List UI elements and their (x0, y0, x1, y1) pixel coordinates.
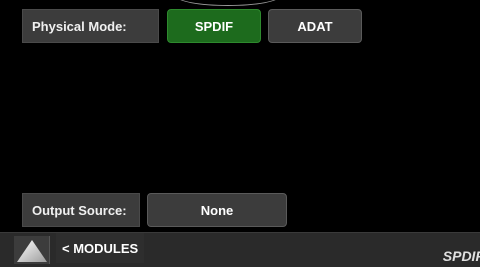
spdif-button[interactable]: SPDIF (167, 9, 261, 43)
top-arc-decoration (176, 0, 280, 6)
triangle-up-icon (17, 240, 47, 262)
modules-back-button[interactable]: < MODULES (56, 233, 145, 263)
physical-mode-label: Physical Mode: (22, 9, 159, 43)
output-source-label: Output Source: (22, 193, 140, 227)
status-mode-text: SPDIF (442, 248, 480, 264)
output-source-select[interactable]: None (147, 193, 287, 227)
home-button[interactable] (14, 236, 50, 264)
adat-button[interactable]: ADAT (268, 9, 362, 43)
